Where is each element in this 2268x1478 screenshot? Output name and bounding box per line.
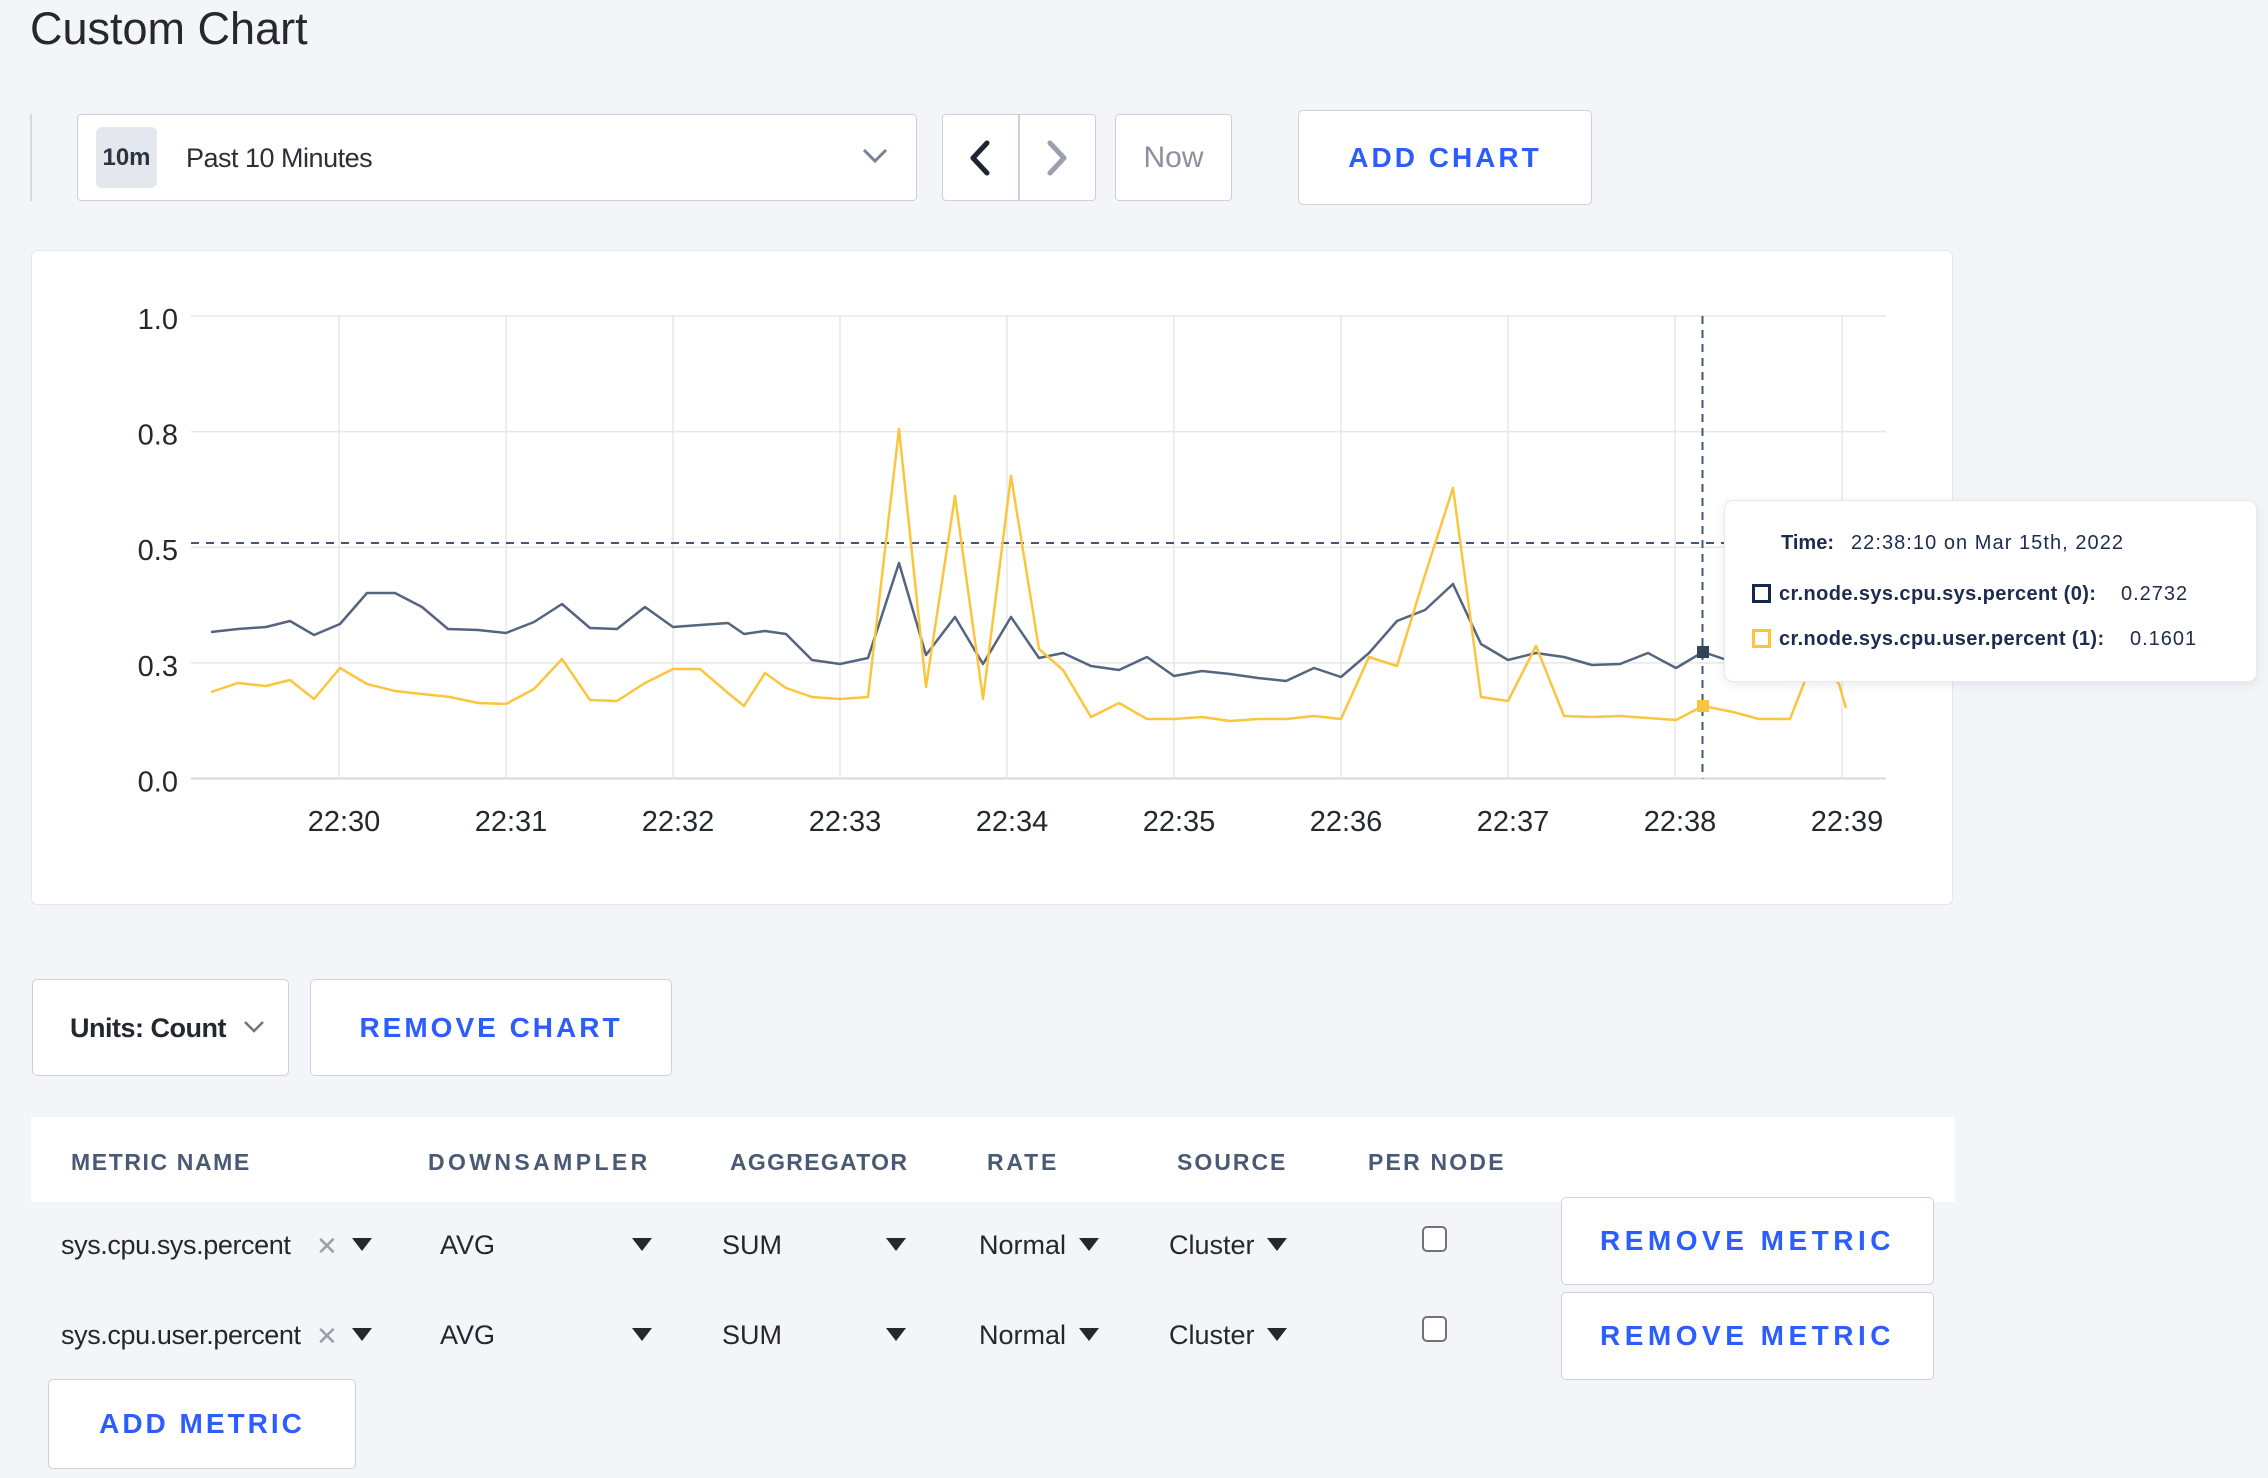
svg-text:22:32: 22:32	[642, 806, 715, 838]
svg-text:22:38: 22:38	[1644, 806, 1717, 838]
svg-text:0.8: 0.8	[138, 420, 178, 452]
svg-text:22:36: 22:36	[1310, 806, 1383, 838]
svg-text:22:31: 22:31	[475, 806, 548, 838]
svg-text:22:33: 22:33	[809, 806, 882, 838]
svg-text:1.0: 1.0	[138, 304, 178, 336]
svg-text:0.5: 0.5	[138, 535, 178, 567]
svg-text:22:37: 22:37	[1477, 806, 1550, 838]
svg-text:22:34: 22:34	[976, 806, 1049, 838]
svg-text:0.0: 0.0	[138, 767, 178, 799]
svg-text:22:35: 22:35	[1143, 806, 1216, 838]
svg-text:22:30: 22:30	[308, 806, 381, 838]
svg-text:0.3: 0.3	[138, 651, 178, 683]
svg-text:22:39: 22:39	[1811, 806, 1884, 838]
